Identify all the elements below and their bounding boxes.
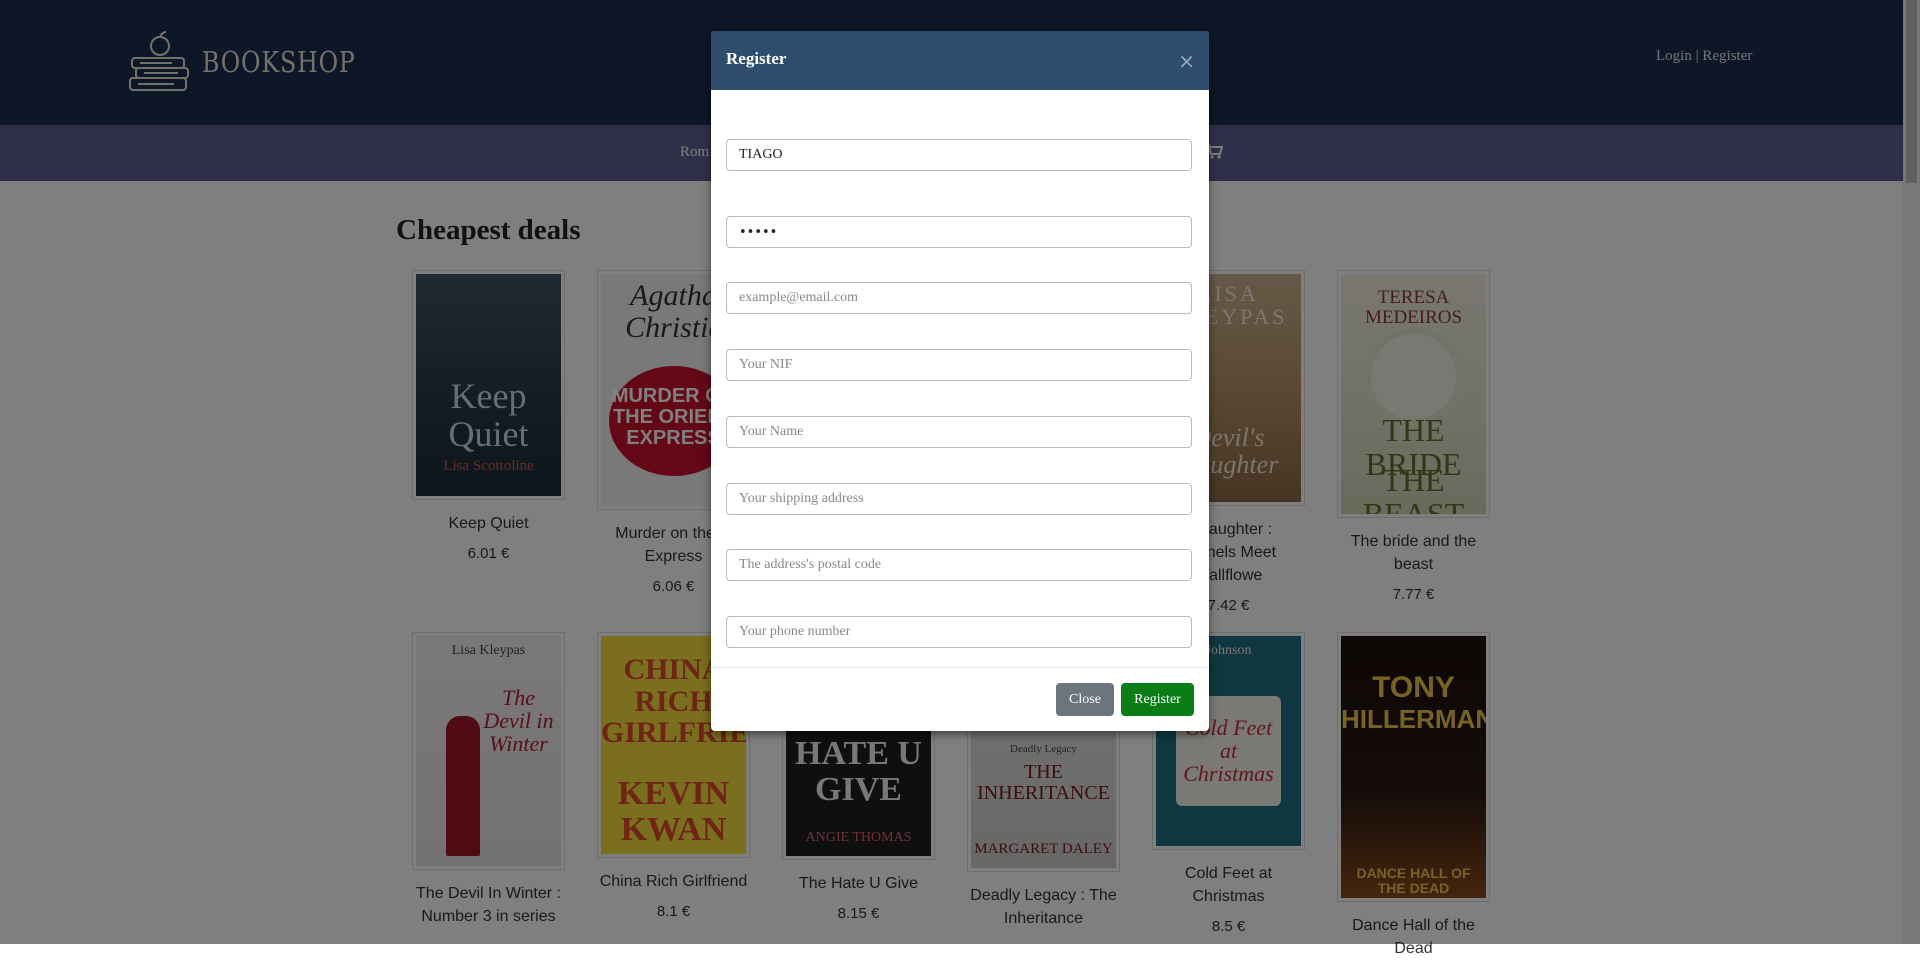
username-input[interactable] [726, 139, 1192, 171]
modal-footer-divider [711, 667, 1209, 668]
nif-input[interactable] [726, 349, 1192, 381]
close-button[interactable]: Close [1056, 683, 1114, 716]
register-modal: Register × Close Register [711, 31, 1209, 731]
shipping-address-input[interactable] [726, 483, 1192, 515]
postal-code-input[interactable] [726, 549, 1192, 581]
password-input[interactable] [726, 216, 1192, 248]
name-input[interactable] [726, 416, 1192, 448]
modal-header: Register × [711, 31, 1209, 90]
register-button[interactable]: Register [1121, 683, 1194, 716]
email-input[interactable] [726, 282, 1192, 314]
close-icon[interactable]: × [1178, 51, 1195, 71]
phone-input[interactable] [726, 616, 1192, 648]
modal-title: Register [726, 49, 787, 68]
